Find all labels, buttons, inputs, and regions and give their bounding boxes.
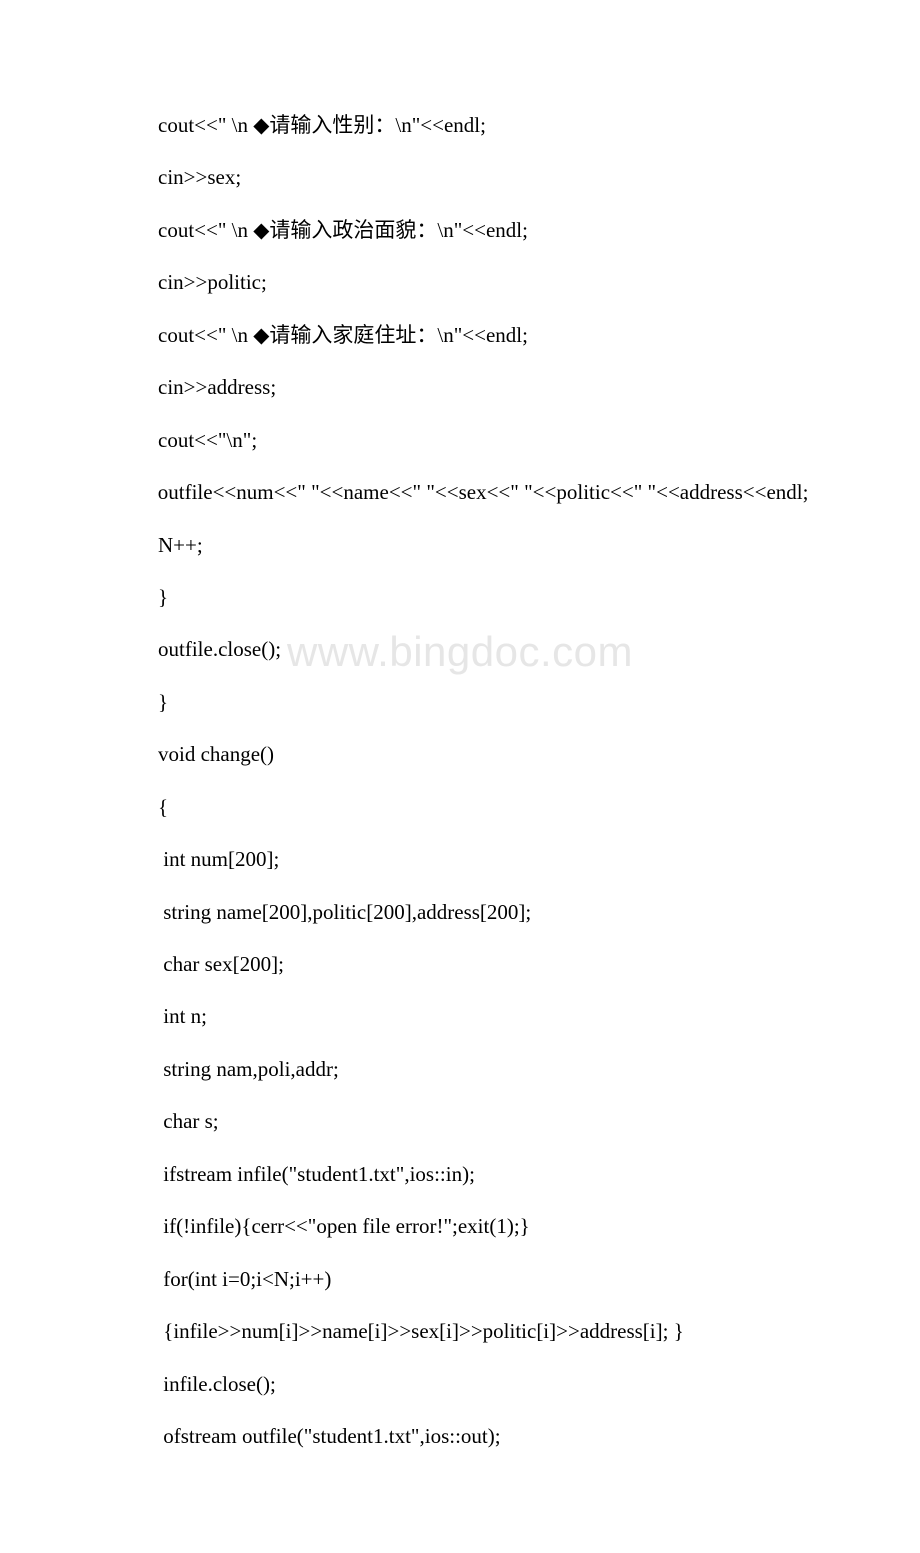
document-page: www.bingdoc.com cout<<" \n ◆请输入性别：\n"<<e… [0, 0, 920, 1553]
code-line: N++; [100, 530, 820, 560]
code-line: outfile.close(); [100, 634, 820, 664]
code-line: cout<<"\n"; [100, 425, 820, 455]
code-line: int n; [100, 1001, 820, 1031]
code-line: } [100, 582, 820, 612]
code-line: cin>>sex; [100, 162, 820, 192]
code-block: cout<<" \n ◆请输入性别：\n"<<endl; cin>>sex; cou… [100, 110, 820, 1451]
code-line: cin>>address; [100, 372, 820, 402]
code-line: ofstream outfile("student1.txt",ios::out… [100, 1421, 820, 1451]
code-line: } [100, 687, 820, 717]
code-line: ifstream infile("student1.txt",ios::in); [100, 1159, 820, 1189]
code-line: { [100, 792, 820, 822]
code-line: if(!infile){cerr<<"open file error!";exi… [100, 1211, 820, 1241]
code-line: string nam,poli,addr; [100, 1054, 820, 1084]
code-line: outfile<<num<<" "<<name<<" "<<sex<<" "<<… [100, 477, 820, 507]
code-line: {infile>>num[i]>>name[i]>>sex[i]>>politi… [100, 1316, 820, 1346]
code-line: cout<<" \n ◆请输入家庭住址：\n"<<endl; [100, 320, 820, 350]
code-line: cout<<" \n ◆请输入性别：\n"<<endl; [100, 110, 820, 140]
code-line: cin>>politic; [100, 267, 820, 297]
code-line: string name[200],politic[200],address[20… [100, 897, 820, 927]
code-line: infile.close(); [100, 1369, 820, 1399]
code-line: cout<<" \n ◆请输入政治面貌：\n"<<endl; [100, 215, 820, 245]
code-line: for(int i=0;i<N;i++) [100, 1264, 820, 1294]
code-line: char s; [100, 1106, 820, 1136]
code-line: int num[200]; [100, 844, 820, 874]
code-line: char sex[200]; [100, 949, 820, 979]
code-line: void change() [100, 739, 820, 769]
